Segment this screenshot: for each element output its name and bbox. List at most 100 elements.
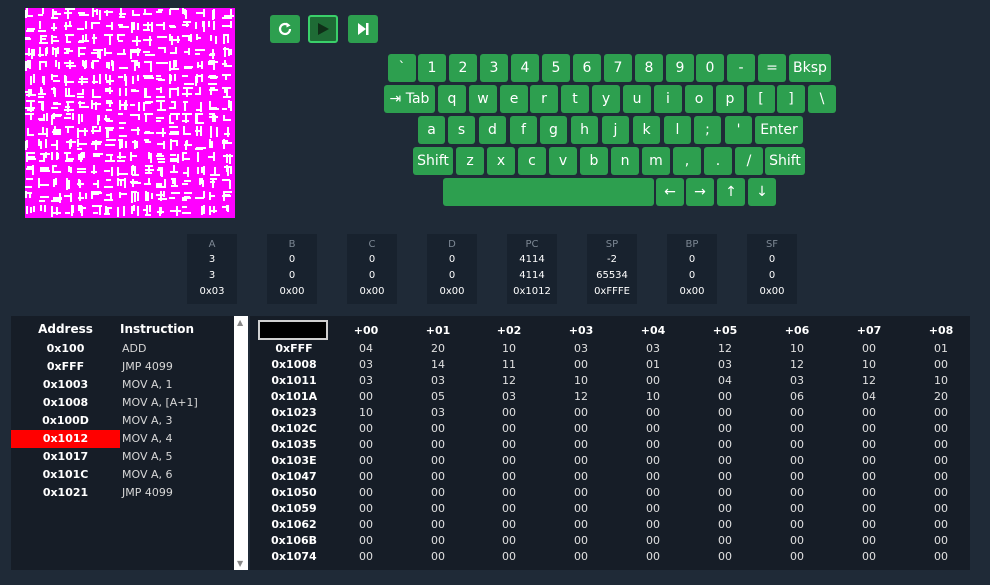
char-glyph — [38, 60, 51, 73]
key-j[interactable]: j — [602, 116, 629, 144]
key-a[interactable]: a — [418, 116, 445, 144]
memory-cell: 10 — [574, 374, 588, 387]
key-2[interactable]: 2 — [449, 54, 477, 82]
key-d[interactable]: d — [479, 116, 506, 144]
key-y[interactable]: y — [592, 85, 620, 113]
key-shift[interactable]: Shift — [765, 147, 805, 175]
key-h[interactable]: h — [571, 116, 598, 144]
step-button[interactable] — [348, 15, 378, 43]
char-glyph — [143, 139, 156, 152]
memory-row-address: 0x1050 — [271, 486, 317, 499]
char-glyph — [130, 21, 143, 34]
char-glyph — [142, 47, 156, 60]
key-right-bracket[interactable]: ] — [777, 85, 805, 113]
code-row[interactable]: 0x101C MOV A, 6 — [11, 466, 233, 484]
key-up-arrow[interactable]: ↑ — [717, 178, 745, 206]
key-i[interactable]: i — [654, 85, 682, 113]
key-7[interactable]: 7 — [604, 54, 632, 82]
reset-button[interactable] — [270, 15, 300, 43]
key-t[interactable]: t — [561, 85, 589, 113]
disassembly-scrollbar[interactable]: ▲ ▼ — [234, 316, 248, 570]
code-row[interactable]: 0x100D MOV A, 3 — [11, 412, 233, 430]
char-glyph — [208, 139, 221, 152]
key-slash[interactable]: / — [735, 147, 763, 175]
key-b[interactable]: b — [580, 147, 608, 175]
key-semicolon[interactable]: ; — [694, 116, 721, 144]
key-5[interactable]: 5 — [542, 54, 570, 82]
key-c[interactable]: c — [518, 147, 546, 175]
code-row[interactable]: 0x1003 MOV A, 1 — [11, 376, 233, 394]
scroll-down-icon[interactable]: ▼ — [237, 559, 243, 568]
key-n[interactable]: n — [611, 147, 639, 175]
code-row[interactable]: 0x100 ADD — [11, 340, 233, 358]
key-w[interactable]: w — [469, 85, 497, 113]
key-q[interactable]: q — [438, 85, 466, 113]
key-backtick[interactable]: ` — [388, 54, 416, 82]
memory-cell: 00 — [790, 438, 804, 451]
key-left-bracket[interactable]: [ — [747, 85, 775, 113]
key-x[interactable]: x — [487, 147, 515, 175]
key-f[interactable]: f — [510, 116, 537, 144]
key-g[interactable]: g — [540, 116, 567, 144]
register-hex-value: 0x00 — [279, 286, 305, 297]
key-6[interactable]: 6 — [573, 54, 601, 82]
key-l[interactable]: l — [664, 116, 691, 144]
code-row[interactable]: 0x1012 MOV A, 4 — [11, 430, 233, 448]
register-hex-value: 0x03 — [199, 286, 225, 297]
char-glyph — [143, 165, 156, 178]
key-backspace[interactable]: Bksp — [789, 54, 831, 82]
char-glyph — [103, 191, 117, 204]
key-backslash[interactable]: \ — [808, 85, 836, 113]
code-row[interactable]: 0x1017 MOV A, 5 — [11, 448, 233, 466]
key-e[interactable]: e — [500, 85, 528, 113]
code-row[interactable]: 0xFFF JMP 4099 — [11, 358, 233, 376]
key-shift[interactable]: Shift — [413, 147, 453, 175]
key-r[interactable]: r — [530, 85, 558, 113]
code-instruction: ADD — [122, 342, 147, 355]
key-p[interactable]: p — [716, 85, 744, 113]
run-button[interactable] — [308, 15, 338, 43]
key-o[interactable]: o — [685, 85, 713, 113]
key-space[interactable] — [443, 178, 654, 206]
key-4[interactable]: 4 — [511, 54, 539, 82]
key-down-arrow[interactable]: ↓ — [748, 178, 776, 206]
key-z[interactable]: z — [456, 147, 484, 175]
memory-cell: 12 — [502, 374, 516, 387]
key-period[interactable]: . — [704, 147, 732, 175]
key-9[interactable]: 9 — [666, 54, 694, 82]
key-0[interactable]: 0 — [696, 54, 724, 82]
key-equals[interactable]: = — [758, 54, 786, 82]
key-left-arrow[interactable]: ← — [656, 178, 684, 206]
key-k[interactable]: k — [633, 116, 660, 144]
key-1[interactable]: 1 — [418, 54, 446, 82]
key-tab[interactable]: ⇥ Tab — [384, 85, 435, 113]
char-glyph — [129, 47, 143, 60]
key-minus[interactable]: - — [727, 54, 755, 82]
key-quote[interactable]: ' — [725, 116, 752, 144]
key-m[interactable]: m — [642, 147, 670, 175]
memory-address-input[interactable] — [258, 320, 328, 340]
memory-cell: 00 — [862, 486, 876, 499]
scroll-up-icon[interactable]: ▲ — [237, 318, 243, 327]
memory-row-address: 0x103E — [271, 454, 317, 467]
code-instruction: MOV A, 1 — [122, 378, 173, 391]
key-8[interactable]: 8 — [635, 54, 663, 82]
char-glyph — [38, 74, 51, 87]
char-glyph — [104, 86, 117, 100]
memory-cell: 00 — [718, 486, 732, 499]
code-row[interactable]: 0x1021 JMP 4099 — [11, 484, 233, 502]
key-u[interactable]: u — [623, 85, 651, 113]
char-glyph — [156, 152, 169, 165]
key-3[interactable]: 3 — [480, 54, 508, 82]
key-v[interactable]: v — [549, 147, 577, 175]
memory-cell: 00 — [431, 486, 445, 499]
key-right-arrow[interactable]: → — [686, 178, 714, 206]
register-name: A — [208, 239, 216, 250]
key-enter[interactable]: Enter — [755, 116, 803, 144]
key-comma[interactable]: , — [673, 147, 701, 175]
memory-cell: 00 — [934, 550, 948, 563]
code-row[interactable]: 0x1008 MOV A, [A+1] — [11, 394, 233, 412]
key-s[interactable]: s — [448, 116, 475, 144]
memory-cell: 00 — [359, 438, 373, 451]
memory-cell: 00 — [718, 518, 732, 531]
